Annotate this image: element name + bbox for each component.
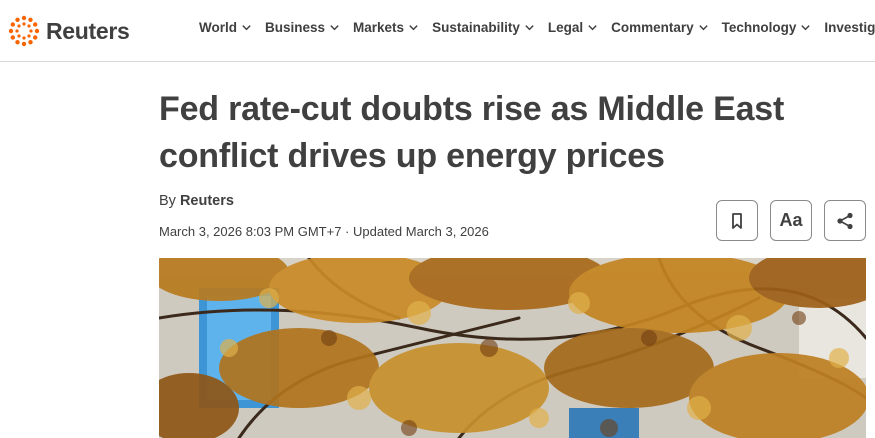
nav-item-investigations[interactable]: Investigations (824, 20, 875, 35)
chevron-down-icon (525, 25, 534, 31)
article-dateline: March 3, 2026 8:03 PM GMT+7 · Updated Ma… (159, 224, 489, 239)
chevron-down-icon (588, 25, 597, 31)
chevron-down-icon (330, 25, 339, 31)
nav-item-sustainability[interactable]: Sustainability (432, 20, 535, 35)
nav-item-technology[interactable]: Technology (722, 20, 812, 35)
nav-item-world[interactable]: World (199, 20, 252, 35)
chevron-down-icon (698, 25, 708, 31)
byline-prefix: By (159, 193, 180, 209)
nav-item-label: Investigations (824, 20, 875, 35)
share-button[interactable] (824, 200, 866, 241)
chevron-down-icon (801, 25, 811, 31)
nav-item-label: World (199, 20, 237, 35)
hero-image (159, 258, 866, 438)
nav-item-label: Technology (721, 20, 797, 35)
nav-item-label: Business (265, 20, 326, 35)
nav-item-commentary[interactable]: Commentary (611, 20, 709, 35)
article-headline: Fed rate-cut doubts rise as Middle East … (159, 90, 785, 175)
chevron-down-icon (409, 25, 418, 31)
nav-item-label: Markets (353, 20, 405, 35)
nav-item-label: Sustainability (432, 20, 520, 35)
nav-item-label: Commentary (611, 20, 694, 35)
nav-item-legal[interactable]: Legal (548, 20, 598, 35)
reuters-logo-mark-icon (8, 15, 40, 47)
nav-item-markets[interactable]: Markets (353, 20, 419, 35)
article-tools: Aa (716, 200, 866, 241)
share-icon (837, 212, 853, 229)
byline: By Reuters (159, 193, 234, 209)
nav-item-label: Legal (547, 20, 584, 35)
bookmark-icon (732, 212, 742, 229)
reuters-wordmark: Reuters (46, 17, 130, 44)
hero-photo-autumn-leaves-building (159, 258, 866, 438)
text-size-label: Aa (779, 210, 803, 230)
nav-item-business[interactable]: Business (265, 20, 340, 35)
reuters-logo[interactable]: Reuters (8, 14, 130, 48)
author-link[interactable]: Reuters (180, 193, 234, 209)
chevron-down-icon (242, 25, 251, 31)
main-nav: World Business Markets Sustainability Le… (199, 20, 875, 35)
text-size-button[interactable]: Aa (770, 200, 812, 241)
save-article-button[interactable] (716, 200, 758, 241)
site-header: Reuters World Business Markets Sustainab… (0, 0, 875, 62)
